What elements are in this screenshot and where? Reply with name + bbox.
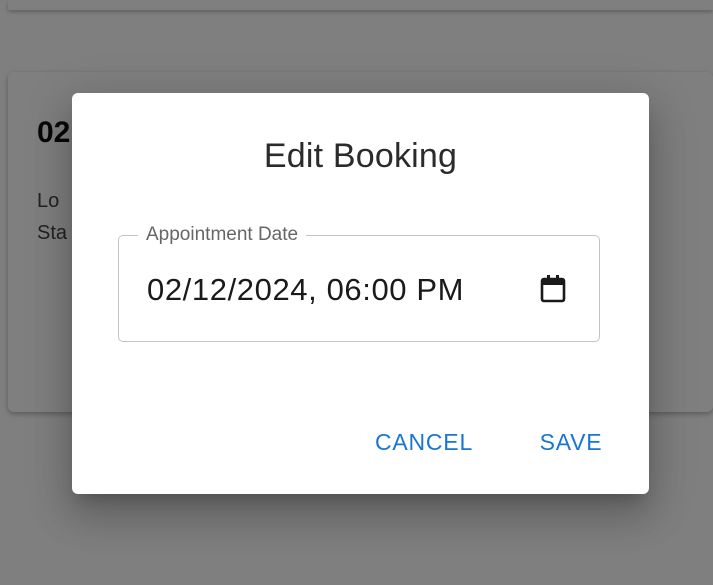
cancel-button[interactable]: CANCEL [369, 425, 479, 459]
appointment-date-input[interactable] [147, 270, 477, 310]
dialog-title: Edit Booking [263, 137, 458, 175]
page: 02 Lo Sta Edit Booking Appointment Date … [0, 0, 713, 585]
appointment-date-field[interactable]: Appointment Date [118, 222, 600, 342]
save-button[interactable]: SAVE [536, 425, 606, 459]
calendar-icon[interactable] [539, 274, 567, 304]
edit-booking-dialog: Edit Booking Appointment Date CANCEL SAV… [72, 93, 649, 494]
appointment-date-label: Appointment Date [138, 222, 307, 248]
